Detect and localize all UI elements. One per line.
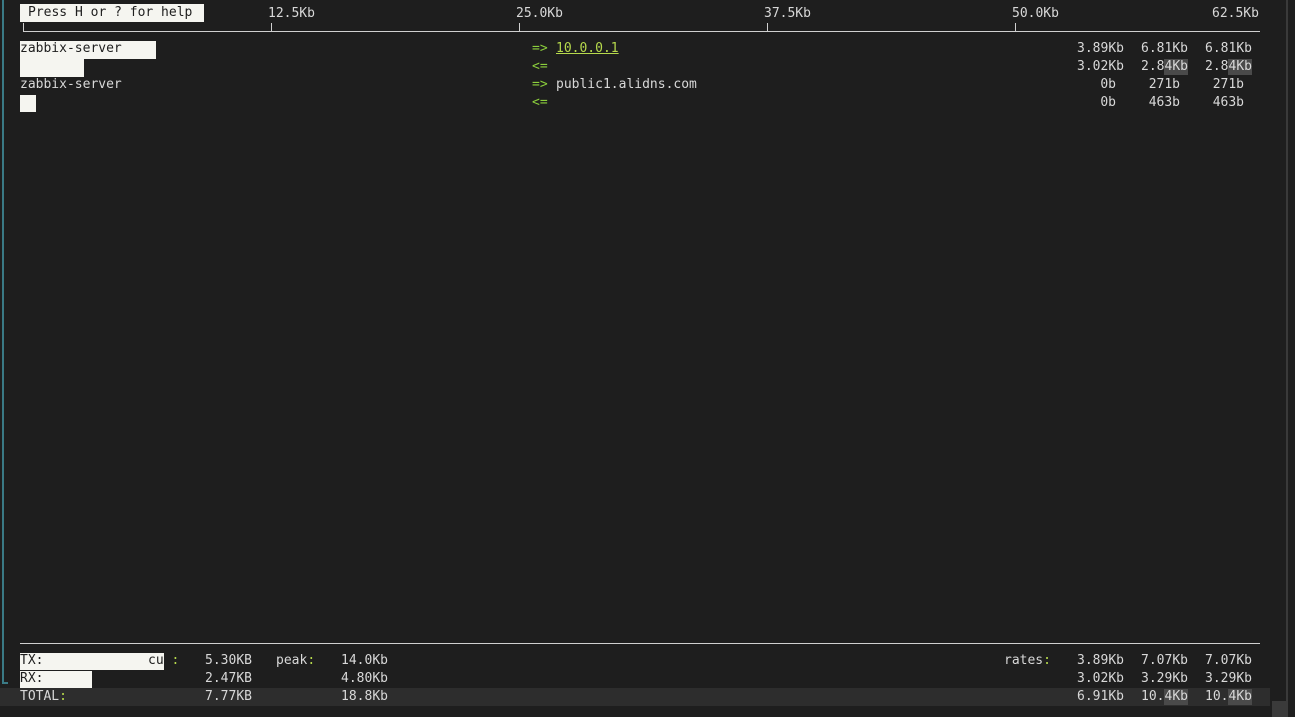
rx-rate-40s: 3.29Kb <box>1205 671 1252 686</box>
rx-rate-40s: 2.84Kb <box>1205 59 1252 74</box>
rx-peak: 4.80Kb <box>341 671 388 686</box>
scale-tick <box>271 23 272 32</box>
scale-label: 12.5Kb <box>268 6 315 21</box>
peak-label: peak: <box>276 653 316 668</box>
rx-rate-40s: 463b <box>1212 95 1244 110</box>
rx-cumulative: 2.47KB <box>205 671 252 686</box>
help-hint: Press H or ? for help <box>20 4 204 22</box>
tx-rate-2s: 3.89Kb <box>1077 41 1124 56</box>
scrollbar-thumb[interactable] <box>1272 701 1286 717</box>
tx-rate-10s: 7.07Kb <box>1141 653 1188 668</box>
scale-tick <box>767 23 768 32</box>
scale-label: 50.0Kb <box>1012 6 1059 21</box>
tx-label: TX: <box>20 653 44 668</box>
tx-rate-2s: 0b <box>1100 77 1116 92</box>
total-label: TOTAL: <box>20 689 67 704</box>
total-cumulative: 7.77KB <box>205 689 252 704</box>
local-host: zabbix-server <box>20 41 122 56</box>
rx-rate-10s: 463b <box>1148 95 1180 110</box>
total-rate-2s: 6.91Kb <box>1077 689 1124 704</box>
tx-rate-40s: 271b <box>1212 77 1244 92</box>
scale-axis-line <box>23 31 1260 32</box>
rx-rate-2s: 3.02Kb <box>1077 671 1124 686</box>
rx-rate-2s: 3.02Kb <box>1077 59 1124 74</box>
rates-label: rates: <box>1004 653 1051 668</box>
remote-host: 10.0.0.1 <box>556 41 619 56</box>
tx-peak: 14.0Kb <box>341 653 388 668</box>
inbound-arrow: <= <box>532 95 548 110</box>
rx-label: RX: <box>20 671 44 686</box>
window-left-border <box>2 0 4 684</box>
outbound-arrow: => <box>532 77 548 92</box>
outbound-arrow: => <box>532 41 548 56</box>
traffic-bar <box>20 59 84 77</box>
rx-rate-10s: 3.29Kb <box>1141 671 1188 686</box>
scale-tick-origin <box>23 23 24 32</box>
scale-label: 62.5Kb <box>1212 6 1259 21</box>
total-rate-40s: 10.4Kb <box>1205 689 1252 704</box>
tx-rate-10s: 271b <box>1148 77 1180 92</box>
scale-label: 25.0Kb <box>516 6 563 21</box>
window-right-border <box>1286 0 1288 717</box>
tx-rate-2s: 3.89Kb <box>1077 653 1124 668</box>
tx-rate-40s: 6.81Kb <box>1205 41 1252 56</box>
tx-rate-10s: 6.81Kb <box>1141 41 1188 56</box>
tx-cumulative: 5.30KB <box>205 653 252 668</box>
total-peak: 18.8Kb <box>341 689 388 704</box>
rx-rate-2s: 0b <box>1100 95 1116 110</box>
local-host: zabbix-server <box>20 77 122 92</box>
cum-label: cum: <box>148 653 180 668</box>
traffic-bar <box>20 95 36 112</box>
scale-tick <box>519 23 520 32</box>
tx-rate-40s: 7.07Kb <box>1205 653 1252 668</box>
total-rate-10s: 10.4Kb <box>1141 689 1188 704</box>
summary-separator <box>20 643 1260 644</box>
remote-host: public1.alidns.com <box>556 77 697 92</box>
window-left-border-foot <box>2 682 8 684</box>
scale-label: 37.5Kb <box>764 6 811 21</box>
inbound-arrow: <= <box>532 59 548 74</box>
rx-rate-10s: 2.84Kb <box>1141 59 1188 74</box>
scale-tick <box>1015 23 1016 32</box>
